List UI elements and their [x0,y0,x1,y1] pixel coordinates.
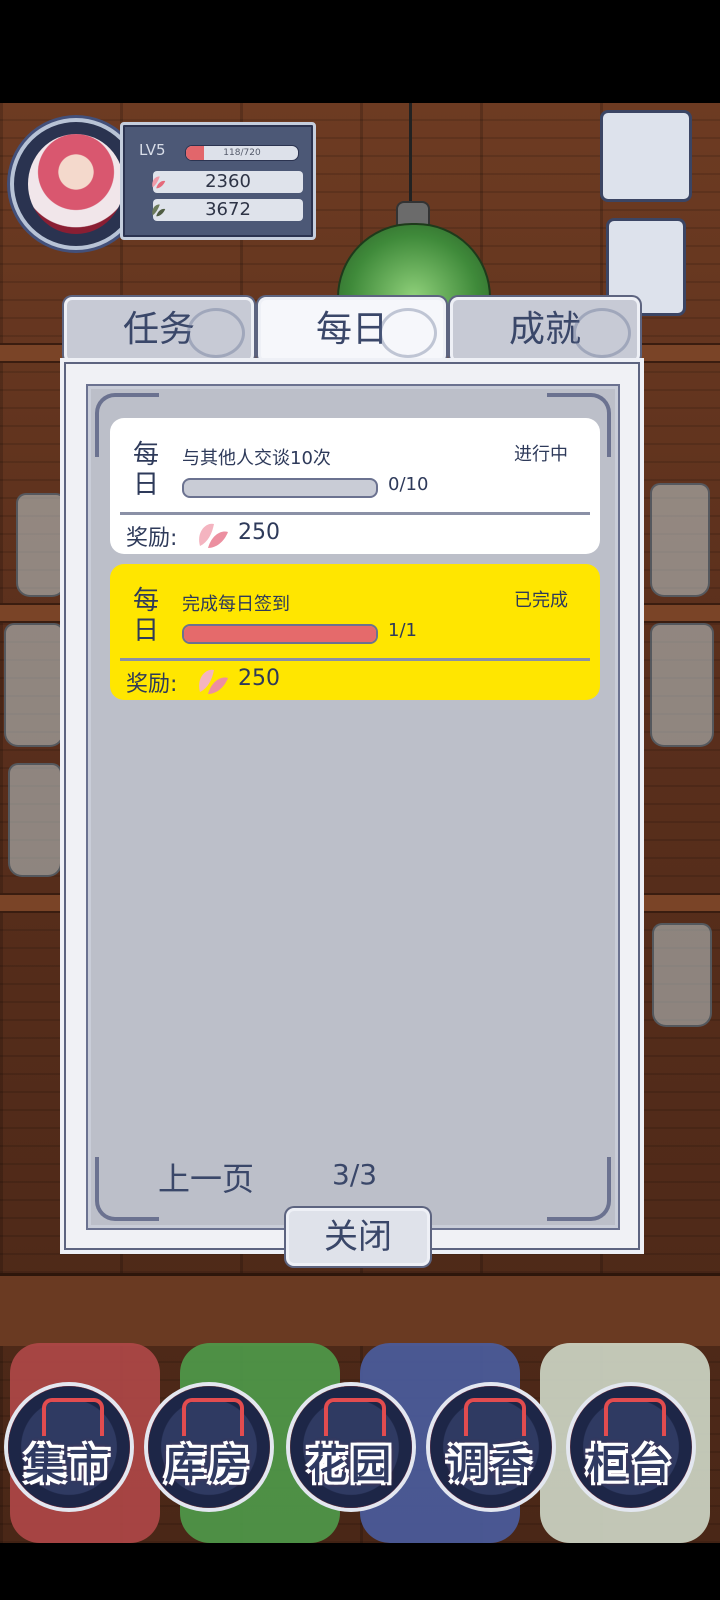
jar-icon [16,493,66,597]
nav-label: 柜台 [587,1442,675,1488]
nav-label: 花园 [307,1442,395,1488]
task-progress-text: 1/1 [388,620,417,641]
leaf-currency: 3672 [152,199,303,221]
nav-label: 集市 [25,1442,113,1488]
nav-garden-button[interactable]: 花园 [290,1386,412,1508]
petal-icon [199,523,228,548]
avatar-portrait [28,134,124,234]
reward-label: 奖励: [126,526,178,551]
nav-counter-button[interactable]: 柜台 [570,1386,692,1508]
tab-daily[interactable]: 每日 [258,297,446,363]
tab-label: 成就 [508,309,581,350]
task-status: 进行中 [514,444,568,465]
leaf-count: 3672 [205,199,251,220]
reward-value: 250 [238,666,280,691]
perfume-icon [464,1398,526,1436]
close-button[interactable]: 关闭 [286,1208,430,1266]
jar-icon [650,483,710,597]
counter-icon [604,1398,666,1436]
divider [120,658,590,661]
cloud-ornament-icon [187,308,245,358]
petal-icon [199,669,228,694]
task-progress-bar [182,478,378,498]
jar-icon [8,763,62,877]
gate-icon [42,1398,104,1436]
task-card[interactable]: 每 日 与其他人交谈10次 进行中 0/10 奖励: 250 [110,418,600,554]
xp-bar: 118/720 [185,145,299,161]
cloud-ornament-icon [573,308,631,358]
lamp-cord [409,103,412,203]
task-panel: 每 日 与其他人交谈10次 进行中 0/10 奖励: 250 每 日 完成每日签… [64,362,640,1250]
jar-icon [650,623,714,747]
tab-quests[interactable]: 任务 [64,297,254,363]
task-title: 完成每日签到 [182,594,290,615]
nav-label: 调香 [447,1442,535,1488]
task-frequency: 每 日 [132,586,159,646]
task-progress-text: 0/10 [388,474,429,495]
task-title: 与其他人交谈10次 [182,448,331,469]
nav-label: 库房 [165,1442,253,1488]
tab-achievements[interactable]: 成就 [450,297,640,363]
warehouse-icon [182,1398,244,1436]
task-progress-fill [184,626,376,642]
petal-currency: 2360 [152,171,303,193]
nav-market-button[interactable]: 集市 [8,1386,130,1508]
xp-text: 118/720 [223,148,261,158]
task-card[interactable]: 每 日 完成每日签到 已完成 1/1 奖励: 250 [110,564,600,700]
level-label: LV5 [139,141,166,159]
task-progress-bar [182,624,378,644]
jar-icon [652,923,712,1027]
nav-warehouse-button[interactable]: 库房 [148,1386,270,1508]
page-indicator: 3/3 [332,1158,378,1191]
task-status: 已完成 [514,590,568,611]
nav-perfume-button[interactable]: 调香 [430,1386,552,1508]
task-frequency: 每 日 [132,440,159,500]
reward-label: 奖励: [126,672,178,697]
jar-icon [4,623,64,747]
corner-ornament [547,1157,611,1221]
petal-count: 2360 [205,171,251,192]
tab-label: 每日 [315,309,388,350]
player-stats-panel: LV5 118/720 2360 3672 [120,122,316,240]
lamp-icon [337,223,491,307]
cloud-ornament-icon [379,308,437,358]
rose-icon [324,1398,386,1436]
previous-page-button[interactable]: 上一页 [158,1154,254,1200]
shop-menu-icon[interactable] [600,110,692,202]
reward-value: 250 [238,520,280,545]
counter-ledge [0,1273,720,1346]
corner-ornament [95,1157,159,1221]
tab-label: 任务 [122,309,195,350]
divider [120,512,590,515]
